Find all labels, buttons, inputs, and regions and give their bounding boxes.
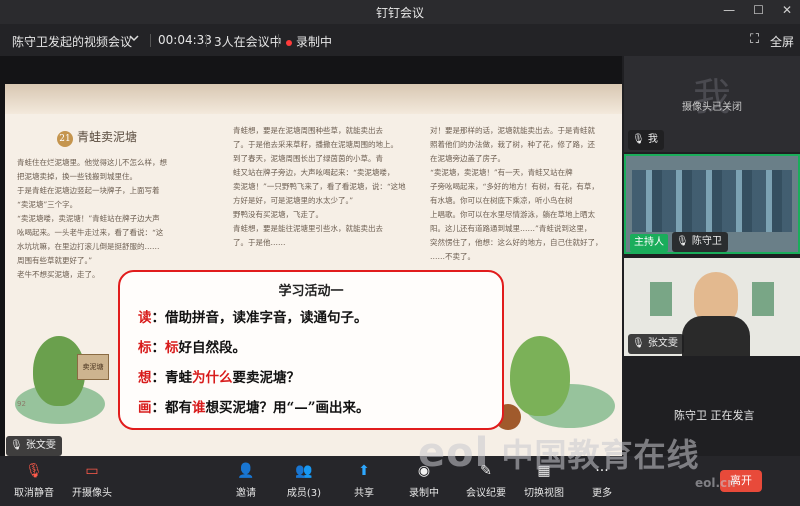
shared-screen: 21 青蛙卖泥塘 青蛙住在烂泥塘里。他觉得这儿不怎么样，想 把泥塘卖掉，换一些钱搬到… (0, 56, 622, 482)
text-column-2: 青蛙想，要是在泥塘周围种些草，就能卖出去 了。于是他去采来草籽，播撒在泥塘周围的地… (233, 126, 406, 247)
fullscreen-icon[interactable]: ⛶ (750, 32, 759, 47)
participant-panel: 我 摄像头已关闭 🎙 我 主持人 🎙 陈守卫 🎙 张文雯 (624, 56, 800, 456)
camera-off-label: 摄像头已关闭 (682, 102, 742, 113)
invite-button[interactable]: 👤 邀请 (218, 462, 274, 499)
text-column-3: 对！要是那样的话，泥塘就能卖出去。于是青蛙就 照着他们的办法做，栽了树，种了花，修… (430, 126, 603, 261)
lesson-number: 21 (57, 131, 73, 147)
activity-line-draw: 画：都有谁想买泥塘？用“—”画出来。 (138, 400, 370, 416)
meeting-duration: 00:04:33 (158, 33, 212, 47)
camera-button[interactable]: ▭ 开摄像头 (64, 462, 120, 499)
title-bar: 钉钉会议 — ☐ ✕ (0, 0, 800, 24)
shared-slide: 21 青蛙卖泥塘 青蛙住在烂泥塘里。他觉得这儿不怎么样，想 把泥塘卖掉，换一些钱搬到… (5, 84, 622, 482)
lesson-heading: 21 青蛙卖泥塘 (57, 128, 137, 147)
share-button[interactable]: ⬆ 共享 (336, 462, 392, 499)
microphone-icon: 🎙 (632, 338, 645, 349)
sign-board: 卖泥塘 (77, 354, 109, 380)
minimize-button[interactable]: — (723, 3, 735, 17)
watermark: eol 中国教育在线 (418, 430, 700, 476)
share-icon: ⬆ (358, 463, 370, 479)
text-column-1: 青蛙住在烂泥塘里。他觉得这儿不怎么样，想 把泥塘卖掉，换一些钱搬到城里住。 于是青蛙… (17, 158, 167, 279)
microphone-muted-icon: 🎙 (632, 134, 645, 145)
window-title: 钉钉会议 (375, 6, 424, 20)
participant-count: 3人在会议中 (214, 35, 282, 49)
classroom-video (632, 170, 792, 232)
meeting-name[interactable]: 陈守卫发起的视频会议 (12, 33, 132, 50)
lesson-title: 青蛙卖泥塘 (77, 130, 138, 144)
microphone-icon: 🎙 (676, 236, 689, 247)
meeting-info-bar: 陈守卫发起的视频会议 00:04:33 3人在会议中 录制中 ⛶ 全屏 (0, 24, 800, 56)
microphone-icon: 🎙 (10, 440, 23, 451)
members-icon: 👥 (295, 463, 313, 479)
activity-line-mark: 标：标好自然段。 (138, 340, 246, 356)
invite-icon: 👤 (237, 463, 255, 479)
activity-title: 学习活动一 (278, 284, 344, 299)
watermark-url: eol.cn (695, 476, 736, 490)
activity-line-read: 读：借助拼音，读准字音，读通句子。 (138, 310, 368, 326)
maximize-button[interactable]: ☐ (753, 3, 764, 17)
record-dot-icon (286, 39, 292, 46)
host-badge: 主持人 (630, 234, 668, 252)
chevron-down-icon[interactable] (128, 32, 140, 47)
recording-status: 录制中 (286, 33, 332, 50)
page-number-left: 92 (17, 400, 26, 408)
close-button[interactable]: ✕ (782, 3, 792, 17)
activity-box: 学习活动一 读：借助拼音，读准字音，读通句子。 标：标好自然段。 想：青蛙为什么… (118, 270, 504, 430)
tile-self[interactable]: 我 摄像头已关闭 🎙 我 (624, 56, 800, 152)
tile-host-video[interactable]: 主持人 🎙 陈守卫 (624, 154, 800, 254)
tile-guest-video[interactable]: 🎙 张文雯 (624, 258, 800, 356)
unmute-button[interactable]: 🎙 取消静音 (6, 462, 62, 499)
speaking-indicator: 陈守卫 正在发言 (674, 409, 755, 422)
sharer-name-tag: 🎙 张文雯 (6, 436, 62, 456)
fullscreen-button[interactable]: 全屏 (770, 33, 794, 50)
frog-illustration-right (510, 336, 570, 416)
activity-line-think: 想：青蛙为什么要卖泥塘？ (138, 370, 300, 386)
members-button[interactable]: 👥 成员(3) (276, 462, 332, 499)
microphone-muted-icon: 🎙 (25, 463, 43, 479)
camera-off-icon: ▭ (85, 463, 99, 479)
